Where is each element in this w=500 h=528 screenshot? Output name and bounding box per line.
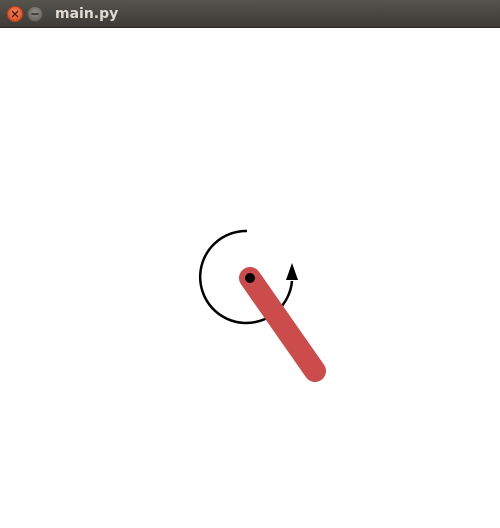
window-titlebar[interactable]: main.py <box>0 0 500 28</box>
torque-arrow-head <box>286 263 298 280</box>
app-window: main.py <box>0 0 500 528</box>
window-title: main.py <box>55 6 119 22</box>
close-button[interactable] <box>7 6 23 22</box>
minimize-icon <box>31 13 39 15</box>
close-icon <box>11 10 19 18</box>
minimize-button[interactable] <box>27 6 43 22</box>
pendulum-scene <box>198 229 326 382</box>
pendulum-pivot <box>245 273 255 283</box>
render-canvas <box>0 28 500 528</box>
pendulum-pole <box>239 267 326 382</box>
